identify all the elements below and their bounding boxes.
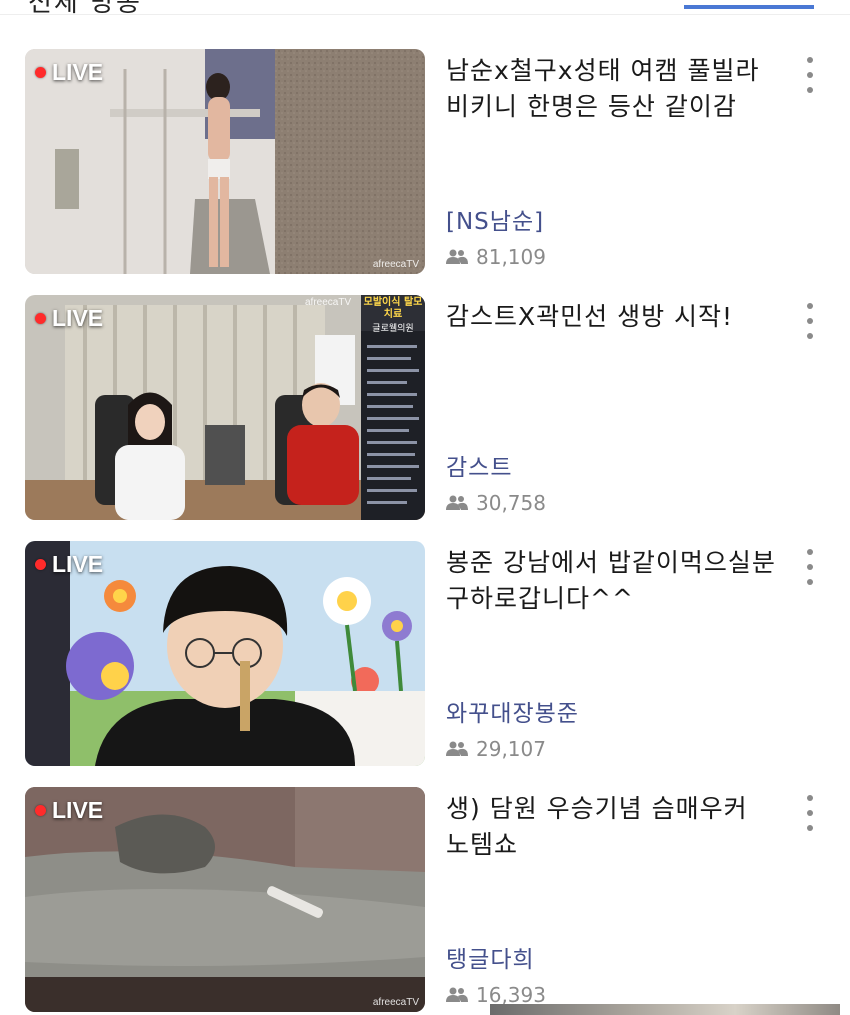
live-dot-icon (35, 313, 46, 324)
streamer-name[interactable]: 와꾸대장봉준 (446, 694, 579, 728)
stream-title[interactable]: 감스트X곽민선 생방 시작! (446, 299, 776, 335)
people-icon (446, 495, 468, 510)
live-badge: LIVE (35, 551, 103, 578)
live-label: LIVE (52, 305, 104, 331)
stream-title[interactable]: 생) 담원 우승기념 슴매우커 노템쇼 (446, 791, 776, 863)
watermark: afreecaTV (372, 259, 419, 270)
stream-thumbnail[interactable]: LIVE (25, 541, 425, 766)
viewer-count-value: 30,758 (476, 491, 546, 515)
floating-preview-peek[interactable] (490, 1004, 840, 1015)
live-dot-icon (35, 805, 46, 816)
stream-thumbnail[interactable]: LIVE afreecaTV (25, 49, 425, 274)
watermark: afreecaTV (372, 997, 419, 1008)
more-vertical-icon[interactable] (800, 57, 820, 93)
live-label: LIVE (52, 797, 104, 823)
stream-list: LIVE afreecaTV 남순x철구x성태 여캠 풀빌라 비키니 한명은 등… (0, 0, 850, 1015)
stream-title[interactable]: 봉준 강남에서 밥같이먹으실분 구하로갑니다^^ (446, 545, 776, 617)
viewer-count: 30,758 (446, 491, 546, 515)
watermark: afreecaTV (305, 297, 352, 308)
stream-thumbnail[interactable]: 모발이식 탈모치료 글로웰의원 LIVE afreecaTV (25, 295, 425, 520)
viewer-count-value: 81,109 (476, 245, 546, 269)
stream-thumbnail[interactable]: LIVE afreecaTV (25, 787, 425, 1012)
people-icon (446, 741, 468, 756)
stream-card[interactable]: LIVE afreecaTV 생) 담원 우승기념 슴매우커 노템쇼 탱글다희 … (0, 787, 850, 1015)
people-icon (446, 249, 468, 264)
live-label: LIVE (52, 551, 104, 577)
live-badge: LIVE (35, 305, 103, 332)
live-badge: LIVE (35, 797, 103, 824)
live-badge: LIVE (35, 59, 103, 86)
viewer-count: 81,109 (446, 245, 546, 269)
stream-card[interactable]: LIVE 봉준 강남에서 밥같이먹으실분 구하로갑니다^^ 와꾸대장봉준 29,… (0, 541, 850, 771)
more-vertical-icon[interactable] (800, 303, 820, 339)
live-dot-icon (35, 67, 46, 78)
viewer-count: 29,107 (446, 737, 546, 761)
stream-card[interactable]: LIVE afreecaTV 남순x철구x성태 여캠 풀빌라 비키니 한명은 등… (0, 49, 850, 279)
streamer-name[interactable]: 감스트 (446, 448, 512, 482)
live-dot-icon (35, 559, 46, 570)
more-vertical-icon[interactable] (800, 795, 820, 831)
stream-card[interactable]: 모발이식 탈모치료 글로웰의원 LIVE afreecaTV 감스트X곽민선 생… (0, 295, 850, 525)
more-vertical-icon[interactable] (800, 549, 820, 585)
ad-overlay-sub: 글로웰의원 (372, 324, 414, 334)
ad-overlay-header: 모발이식 탈모치료 (363, 297, 423, 320)
viewer-count-value: 29,107 (476, 737, 546, 761)
streamer-name[interactable]: [NS남순] (446, 202, 544, 236)
people-icon (446, 987, 468, 1002)
live-label: LIVE (52, 59, 104, 85)
streamer-name[interactable]: 탱글다희 (446, 940, 535, 974)
stream-list-page: 전체 방송 LIVE afreecaTV 남순x철구x성태 여캠 풀빌라 비키니… (0, 0, 850, 1015)
stream-title[interactable]: 남순x철구x성태 여캠 풀빌라 비키니 한명은 등산 같이감 (446, 53, 776, 125)
